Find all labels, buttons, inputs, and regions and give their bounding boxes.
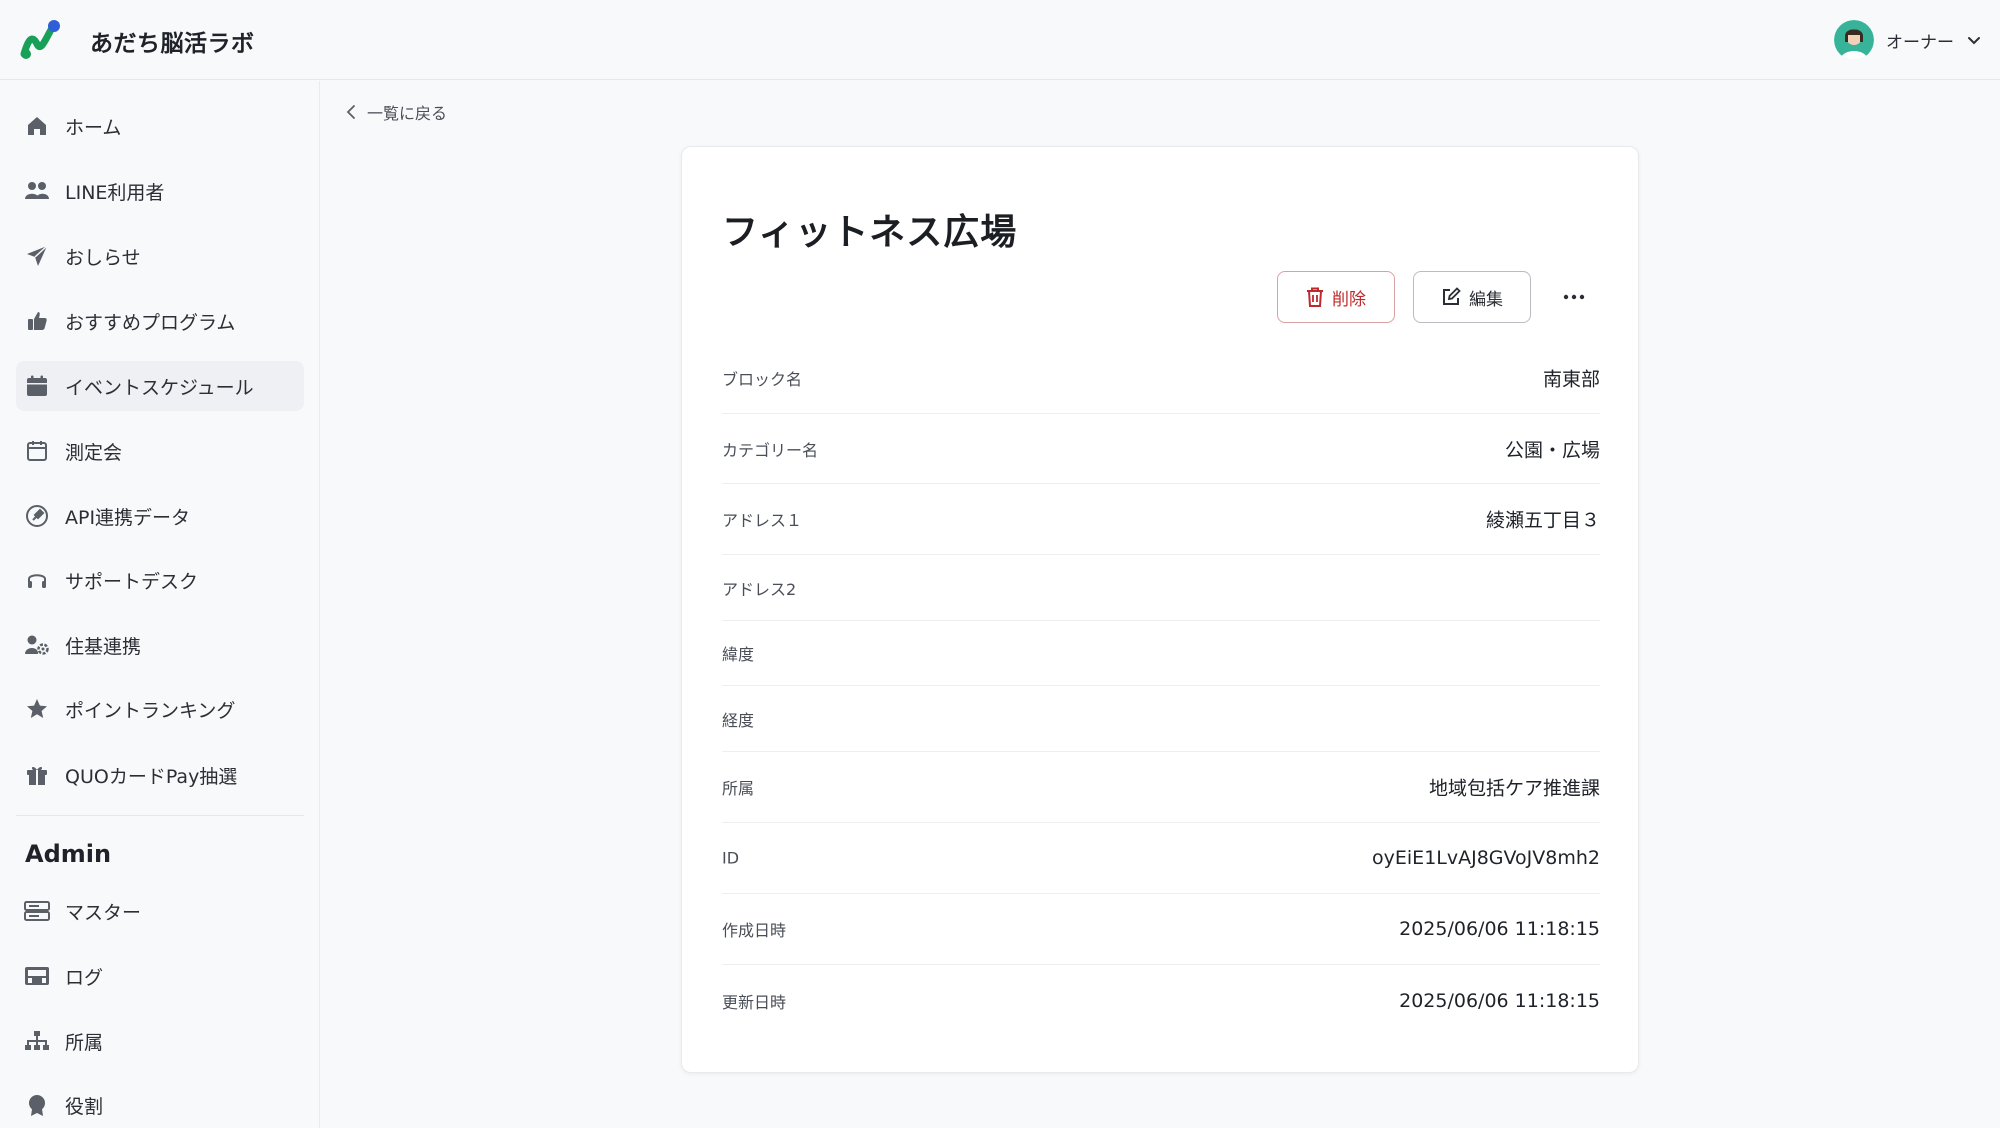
detail-key: 作成日時	[722, 921, 787, 940]
delete-button[interactable]: 削除	[1277, 271, 1395, 323]
badge-icon	[24, 1092, 50, 1118]
avatar	[1834, 20, 1874, 60]
logo-icon	[20, 20, 60, 59]
detail-list: ブロック名 南東部 カテゴリー名 公園・広場 アドレス１ 綾瀬五丁目３ アドレス…	[722, 343, 1600, 1036]
detail-key: ID	[722, 848, 740, 868]
detail-row-id: ID oyEiE1LvAJ8GVoJV8mh2	[722, 823, 1600, 894]
sidebar-item-label: おすすめプログラム	[65, 311, 236, 334]
user-menu[interactable]: オーナー	[1834, 19, 1982, 61]
thumbs-up-icon	[24, 308, 50, 334]
trash-icon	[1307, 287, 1323, 307]
edit-button-label: 編集	[1469, 289, 1503, 310]
sidebar-item-api-data[interactable]: API連携データ	[16, 491, 304, 541]
sidebar-item-line-users[interactable]: LINE利用者	[16, 166, 304, 216]
back-link[interactable]: 一覧に戻る	[345, 99, 447, 125]
sidebar-item-notices[interactable]: おしらせ	[16, 231, 304, 281]
detail-value: 綾瀬五丁目３	[1485, 509, 1600, 532]
sidebar-item-measurement[interactable]: 測定会	[16, 426, 304, 476]
sidebar-item-quo-lottery[interactable]: QUOカードPay抽選	[16, 750, 304, 800]
more-horizontal-icon	[1563, 294, 1585, 300]
home-icon	[24, 113, 50, 139]
sidebar-item-resident-link[interactable]: 住基連携	[16, 620, 304, 670]
detail-value: 2025/06/06 11:18:15	[1399, 989, 1600, 1012]
gift-icon	[24, 762, 50, 788]
sidebar-item-label: マスター	[65, 901, 142, 924]
detail-value: 地域包括ケア推進課	[1428, 777, 1600, 800]
detail-key: アドレス2	[722, 579, 797, 599]
send-icon	[24, 243, 50, 269]
detail-key: 緯度	[722, 645, 755, 664]
sidebar-item-home[interactable]: ホーム	[16, 101, 304, 151]
edit-button[interactable]: 編集	[1413, 271, 1531, 323]
detail-row-block: ブロック名 南東部	[722, 343, 1600, 414]
sidebar-item-label: サポートデスク	[65, 570, 199, 593]
detail-row-category: カテゴリー名 公園・広場	[722, 414, 1600, 484]
detail-row-created-at: 作成日時 2025/06/06 11:18:15	[722, 894, 1600, 965]
sidebar-item-label: 測定会	[65, 441, 123, 464]
chevron-left-icon	[346, 105, 355, 119]
user-gear-icon	[24, 632, 50, 658]
user-name: オーナー	[1886, 32, 1954, 53]
detail-value: oyEiE1LvAJ8GVoJV8mh2	[1372, 847, 1600, 869]
detail-key: ブロック名	[722, 370, 803, 389]
detail-row-affiliation: 所属 地域包括ケア推進課	[722, 752, 1600, 823]
detail-row-address1: アドレス１ 綾瀬五丁目３	[722, 484, 1600, 555]
sidebar-item-support[interactable]: サポートデスク	[16, 555, 304, 605]
detail-row-longitude: 経度	[722, 686, 1600, 752]
chevron-down-icon	[1968, 37, 1980, 45]
sidebar-item-log[interactable]: ログ	[16, 951, 304, 1001]
edit-icon	[1443, 287, 1461, 305]
delete-button-label: 削除	[1332, 289, 1366, 310]
users-icon	[24, 178, 50, 204]
detail-row-updated-at: 更新日時 2025/06/06 11:18:15	[722, 965, 1600, 1036]
sidebar-item-affiliation[interactable]: 所属	[16, 1016, 304, 1066]
plug-icon	[24, 503, 50, 529]
sidebar-item-label: API連携データ	[65, 506, 191, 529]
org-chart-icon	[24, 1028, 50, 1054]
star-icon	[24, 696, 50, 722]
detail-key: 所属	[722, 779, 755, 798]
headset-icon	[24, 567, 50, 593]
sidebar-item-label: QUOカードPay抽選	[65, 765, 238, 788]
sidebar-item-label: ログ	[65, 966, 104, 989]
sidebar-item-programs[interactable]: おすすめプログラム	[16, 296, 304, 346]
detail-key: 経度	[722, 710, 755, 730]
calendar-icon	[24, 373, 50, 399]
detail-value: 公園・広場	[1504, 439, 1600, 461]
detail-value: 南東部	[1542, 368, 1600, 391]
log-icon	[24, 963, 50, 989]
top-header: あだち脳活ラボ オーナー	[0, 0, 2000, 80]
calendar-outline-icon	[24, 438, 50, 464]
sidebar-item-label: LINE利用者	[65, 181, 165, 204]
page-title: フィットネス広場	[722, 212, 1018, 253]
detail-value: 2025/06/06 11:18:15	[1399, 918, 1600, 940]
detail-row-address2: アドレス2	[722, 555, 1600, 621]
detail-card: フィットネス広場 削除 編集 ブロック名 南東部 カテゴリー名 公園・広場 アド…	[681, 146, 1639, 1073]
sidebar-item-label: 役割	[65, 1095, 104, 1118]
sidebar-item-label: イベントスケジュール	[65, 376, 254, 399]
sidebar-item-event-schedule[interactable]: イベントスケジュール	[16, 361, 304, 411]
server-icon	[24, 898, 50, 924]
sidebar: ホーム LINE利用者 おしらせ おすすめプログラム イベントスケジュール 測定…	[0, 81, 320, 1128]
sidebar-item-label: 所属	[65, 1031, 104, 1054]
more-options-button[interactable]	[1548, 271, 1600, 323]
sidebar-item-label: おしらせ	[65, 246, 141, 269]
detail-key: 更新日時	[722, 992, 787, 1012]
detail-row-latitude: 緯度	[722, 621, 1600, 686]
sidebar-item-label: 住基連携	[65, 635, 142, 658]
detail-key: カテゴリー名	[722, 440, 819, 460]
sidebar-item-master[interactable]: マスター	[16, 886, 304, 936]
sidebar-divider	[16, 815, 304, 816]
sidebar-item-role[interactable]: 役割	[16, 1080, 304, 1128]
sidebar-item-point-ranking[interactable]: ポイントランキング	[16, 684, 304, 734]
app-title: あだち脳活ラボ	[90, 31, 255, 57]
sidebar-item-label: ホーム	[65, 116, 122, 139]
sidebar-item-label: ポイントランキング	[65, 699, 236, 722]
admin-section-title: Admin	[25, 840, 112, 868]
back-link-label: 一覧に戻る	[367, 104, 448, 123]
detail-key: アドレス１	[722, 511, 803, 530]
